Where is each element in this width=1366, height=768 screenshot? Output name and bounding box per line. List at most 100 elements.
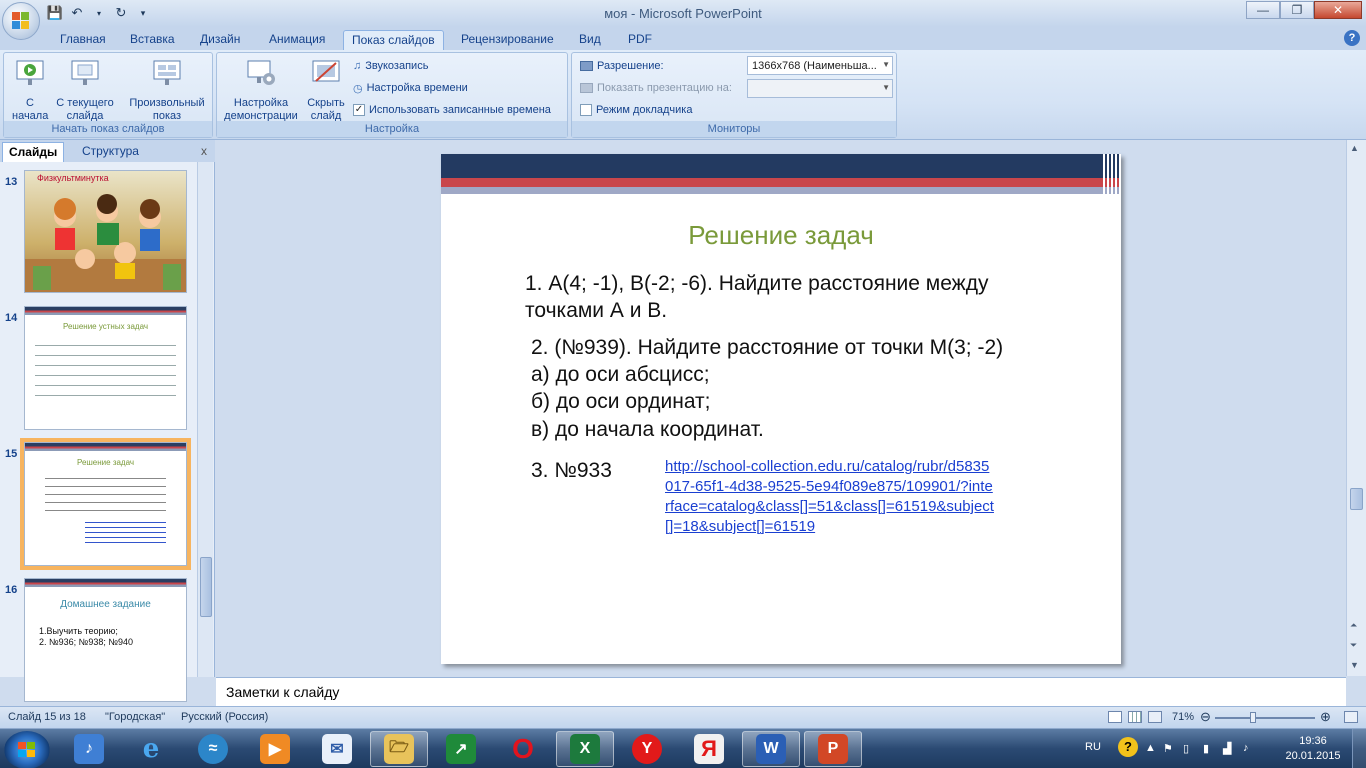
record-narration-button[interactable]: ♫ Звукозапись	[353, 57, 428, 75]
slide-text-line[interactable]: 3. №933	[531, 457, 612, 484]
use-timings-label: Использовать записанные времена	[369, 104, 551, 116]
taskbar-volume-app[interactable]: ♪	[60, 731, 118, 767]
slide-text-line[interactable]: б) до оси ординат;	[531, 388, 711, 415]
slide-header-gray-bar	[441, 187, 1121, 194]
word-icon: W	[756, 734, 786, 764]
taskbar-ie[interactable]: e	[122, 731, 180, 767]
scrollbar-thumb[interactable]	[1350, 488, 1363, 510]
slide-canvas[interactable]: Решение задач 1. А(4; -1), В(-2; -6). На…	[441, 154, 1121, 664]
tab-home[interactable]: Главная	[52, 30, 114, 50]
tab-slides[interactable]: Слайды	[2, 142, 65, 162]
slide-thumbnail-16[interactable]: Домашнее задание 1.Выучить теорию; 2. №9…	[24, 578, 187, 702]
slide-text-line[interactable]: 1. А(4; -1), В(-2; -6). Найдите расстоян…	[525, 270, 988, 297]
rehearse-timings-button[interactable]: ◷ Настройка времени	[353, 79, 468, 97]
slide-text-line[interactable]: в) до начала координат.	[531, 416, 764, 443]
minimize-button[interactable]: —	[1246, 1, 1280, 19]
normal-view-icon[interactable]	[1108, 711, 1122, 723]
from-beginning-button[interactable]: С начала	[8, 57, 52, 123]
slideshow-view-icon[interactable]	[1148, 711, 1162, 723]
tab-pdf[interactable]: PDF	[620, 30, 660, 50]
volume-icon[interactable]: ♪	[1243, 742, 1257, 756]
tab-review[interactable]: Рецензирование	[453, 30, 562, 50]
use-timings-check-icon[interactable]: ✓	[353, 104, 365, 116]
thumbnail-body-lines	[45, 473, 166, 513]
start-button[interactable]	[4, 731, 50, 768]
tray-arrow-icon[interactable]: ▲	[1145, 742, 1159, 756]
from-current-button[interactable]: С текущего слайда	[54, 57, 116, 123]
zoom-in-icon[interactable]: ⊕	[1320, 709, 1331, 725]
scrollbar-thumb[interactable]	[200, 557, 212, 617]
taskbar-explorer[interactable]: 🗁	[370, 731, 428, 767]
signal-icon[interactable]: ▟	[1223, 742, 1237, 756]
taskbar-media-player[interactable]: ▶	[246, 731, 304, 767]
taskbar-word[interactable]: W	[742, 731, 800, 767]
slide-thumbnail-15[interactable]: Решение задач	[20, 438, 191, 570]
custom-show-icon	[153, 60, 181, 85]
resolution-select[interactable]: 1366x768 (Наименьша... ▼	[747, 56, 893, 75]
slide-text-line[interactable]: а) до оси абсцисс;	[531, 361, 710, 388]
use-timings-checkbox[interactable]: ✓ Использовать записанные времена	[353, 101, 551, 119]
taskbar-mail[interactable]: ✉	[308, 731, 366, 767]
help-icon[interactable]: ?	[1344, 30, 1360, 46]
fit-to-window-icon[interactable]	[1344, 711, 1358, 723]
device-icon[interactable]: ▯	[1183, 742, 1197, 756]
collection-link[interactable]: http://school-collection.edu.ru/catalog/…	[665, 457, 995, 537]
battery-icon[interactable]: ▮	[1203, 742, 1217, 756]
thumbnail-link-lines	[85, 519, 166, 543]
zoom-out-icon[interactable]: ⊖	[1200, 709, 1211, 725]
theme-name[interactable]: "Городская"	[105, 711, 165, 723]
action-center-icon[interactable]: ?	[1118, 737, 1138, 757]
tab-insert[interactable]: Вставка	[122, 30, 183, 50]
monitor-icon	[580, 83, 593, 93]
taskbar-opera[interactable]: O	[494, 731, 552, 767]
scroll-down-icon[interactable]: ▼	[1350, 660, 1359, 670]
tab-view[interactable]: Вид	[571, 30, 609, 50]
taskbar-powerpoint[interactable]: P	[804, 731, 862, 767]
group-start-show: С начала С текущего слайда Произвольный …	[3, 52, 213, 138]
tab-design[interactable]: Дизайн	[192, 30, 248, 50]
taskbar-yandex[interactable]: Я	[680, 731, 738, 767]
language-indicator[interactable]: Русский (Россия)	[181, 711, 268, 723]
office-button[interactable]	[2, 2, 40, 40]
thumbnails-scrollbar[interactable]	[197, 162, 213, 677]
tab-outline[interactable]: Структура	[76, 142, 145, 162]
presenter-view-check-icon[interactable]	[580, 104, 592, 116]
slide-thumbnail-14[interactable]: Решение устных задач	[24, 306, 187, 430]
notes-pane[interactable]: Заметки к слайду	[216, 677, 1346, 706]
presenter-view-checkbox[interactable]: Режим докладчика	[580, 101, 692, 119]
scroll-up-icon[interactable]: ▲	[1350, 143, 1359, 153]
group-title-setup: Настройка	[217, 121, 567, 137]
slide-text-line[interactable]: 2. (№939). Найдите расстояние от точки М…	[531, 334, 1003, 361]
taskbar-network-app[interactable]: ≈	[184, 731, 242, 767]
tab-slideshow[interactable]: Показ слайдов	[343, 30, 444, 50]
flag-icon[interactable]: ⚑	[1163, 742, 1177, 756]
custom-show-button[interactable]: Произвольный показ	[124, 57, 210, 123]
show-on-select[interactable]: ▼	[747, 79, 893, 98]
zoom-slider[interactable]	[1215, 717, 1315, 719]
slide-sorter-icon[interactable]	[1128, 711, 1142, 723]
input-language[interactable]: RU	[1085, 741, 1101, 753]
kids-illustration	[25, 194, 186, 292]
show-desktop-button[interactable]	[1352, 729, 1366, 768]
close-button[interactable]: ✕	[1314, 1, 1362, 19]
close-panel-icon[interactable]: x	[201, 144, 207, 158]
thumbnail-number: 13	[5, 176, 18, 188]
clock[interactable]: 19:36 20.01.2015	[1285, 734, 1341, 764]
custom-show-label: Произвольный показ	[129, 97, 205, 122]
slide-title[interactable]: Решение задач	[441, 220, 1121, 251]
taskbar-stocks-app[interactable]: ↗	[432, 731, 490, 767]
taskbar-yandex-browser[interactable]: Y	[618, 731, 676, 767]
taskbar-excel[interactable]: X	[556, 731, 614, 767]
slide-text-line[interactable]: точками А и В.	[525, 297, 667, 324]
hide-slide-button[interactable]: Скрыть слайд	[305, 57, 347, 123]
setup-show-button[interactable]: Настройка демонстрации	[221, 57, 301, 123]
previous-slide-icon[interactable]: ⏶	[1350, 620, 1357, 631]
slide-scrollbar[interactable]: ▲ ⏶ ⏷ ▼	[1346, 140, 1366, 676]
thumbnail-line: 2. №936; №938; №940	[39, 637, 134, 647]
zoom-level[interactable]: 71%	[1172, 711, 1194, 723]
maximize-button[interactable]: ❐	[1280, 1, 1314, 19]
next-slide-icon[interactable]: ⏷	[1350, 640, 1357, 651]
zoom-slider-thumb[interactable]	[1250, 712, 1256, 723]
slide-thumbnail-13[interactable]: Физкультминутка	[24, 170, 187, 293]
tab-animation[interactable]: Анимация	[261, 30, 333, 50]
